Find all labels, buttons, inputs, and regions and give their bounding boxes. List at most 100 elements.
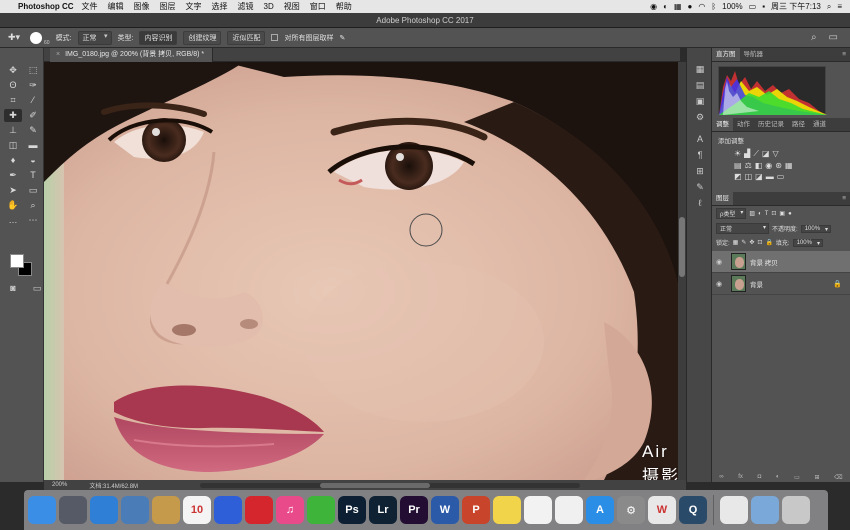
levels-icon[interactable]: ▟ (744, 149, 750, 159)
app-menu[interactable]: Photoshop CC (18, 2, 74, 11)
curves-icon[interactable]: ⟋ (753, 149, 759, 159)
more-tools-icon[interactable]: … (4, 214, 22, 227)
menu-help[interactable]: 帮助 (336, 1, 352, 12)
battery-percent[interactable]: 100% (722, 2, 742, 11)
dock-baidu-icon[interactable] (214, 496, 242, 524)
menu-view[interactable]: 视图 (284, 1, 300, 12)
search-icon[interactable]: ⌕ (827, 2, 831, 12)
tool-presets-icon[interactable]: ✎ (687, 180, 713, 194)
dock-stickies-icon[interactable] (493, 496, 521, 524)
adjust-panel-icon[interactable]: ⚙ (687, 110, 713, 124)
swatches-panel-icon[interactable]: ▦ (687, 62, 713, 76)
doc-size[interactable]: 文档:31.4M/62.8M (89, 481, 138, 490)
flag-icon[interactable]: ▪ (762, 2, 765, 11)
path-select-tool-icon[interactable]: ➤ (4, 184, 22, 197)
opacity-input[interactable]: 100% (800, 224, 832, 233)
dock-safari-icon[interactable] (90, 496, 118, 524)
marquee-tool-icon[interactable]: ⬚ (24, 64, 42, 77)
horizontal-scrollbar[interactable] (200, 482, 581, 488)
menu-select[interactable]: 选择 (212, 1, 228, 12)
hue-sat-icon[interactable]: ▤ (734, 161, 742, 170)
gradient-tool-icon[interactable]: ▬ (24, 139, 42, 152)
qq-icon[interactable]: ● (688, 2, 693, 11)
sample-all-checkbox[interactable] (271, 34, 279, 41)
menu-image[interactable]: 图像 (134, 1, 150, 12)
crop-tool-icon[interactable]: ⌗ (4, 94, 22, 107)
stamp-tool-icon[interactable]: ⊥ (4, 124, 22, 137)
bluetooth-icon[interactable]: ᛒ (711, 2, 716, 11)
invert-icon[interactable]: ◩ (734, 172, 742, 181)
adjust-layer-icon[interactable]: ◐ (776, 474, 780, 482)
dock-wechat-icon[interactable] (307, 496, 335, 524)
menu-edit[interactable]: 编辑 (108, 1, 124, 12)
dock-notes-icon[interactable] (152, 496, 180, 524)
eraser-tool-icon[interactable]: ◫ (4, 139, 22, 152)
blend-mode-select[interactable]: 正常 (716, 223, 770, 234)
lock-transparent-icon[interactable]: ▦ (733, 239, 739, 246)
bw-icon[interactable]: ◧ (755, 161, 763, 170)
paragraph-panel-icon[interactable]: ¶ (687, 148, 713, 162)
vertical-scrollbar[interactable] (678, 62, 686, 480)
layer-row[interactable]: ◉ 背景 🔒 (712, 273, 850, 295)
dock-photoshop-icon[interactable]: Ps (338, 496, 366, 524)
filter-toggle-icon[interactable]: ● (788, 211, 792, 217)
grid-icon[interactable]: ▦ (674, 2, 682, 11)
layer-row[interactable]: ◉ 背景 拷贝 (712, 251, 850, 273)
link-icon[interactable]: ∞ (719, 474, 723, 482)
brightness-icon[interactable]: ☀ (734, 149, 741, 159)
dock-itunes-icon[interactable]: ♫ (276, 496, 304, 524)
search-icon[interactable]: ⌕ (811, 32, 817, 43)
document-tab[interactable]: × IMG_0180.jpg @ 200% (背景 拷贝, RGB/8) * (50, 48, 214, 62)
tab-navigator[interactable]: 导航器 (740, 48, 768, 61)
fill-input[interactable]: 100% (792, 238, 823, 247)
group-icon[interactable]: ▭ (794, 474, 800, 482)
tab-history[interactable]: 历史记录 (754, 118, 788, 131)
new-layer-icon[interactable]: ⊞ (814, 474, 819, 482)
lock-artboard-icon[interactable]: ⊡ (757, 239, 762, 246)
lock-pixels-icon[interactable]: ✎ (741, 239, 746, 246)
color-balance-icon[interactable]: ⚖ (745, 161, 752, 170)
workspace-icon[interactable]: ▭ (829, 32, 838, 43)
filter-pixel-icon[interactable]: ▨ (749, 210, 755, 217)
menu-layer[interactable]: 图层 (160, 1, 176, 12)
dock-finder-icon[interactable] (28, 496, 56, 524)
selective-color-icon[interactable]: ▭ (777, 172, 785, 181)
kind-filter-select[interactable]: ρ类型 (716, 208, 747, 219)
trash-icon[interactable]: ⌫ (834, 474, 842, 482)
tab-histogram[interactable]: 直方图 (712, 48, 740, 61)
blur-tool-icon[interactable]: ♦ (4, 154, 22, 167)
battery-icon[interactable]: ▭ (749, 2, 757, 11)
vibrance-icon[interactable]: ▽ (773, 149, 779, 159)
tab-actions[interactable]: 动作 (733, 118, 754, 131)
layers-menu-icon[interactable]: ≡ (838, 192, 850, 205)
type-tool-icon[interactable]: T (24, 169, 42, 182)
shape-tool-icon[interactable]: ▭ (24, 184, 42, 197)
dock-lightroom-icon[interactable]: Lr (369, 496, 397, 524)
dock-quicktime-icon[interactable]: Q (679, 496, 707, 524)
move-tool-icon[interactable]: ✥ (4, 64, 22, 77)
lock-position-icon[interactable]: ✥ (749, 239, 754, 246)
menu-type[interactable]: 文字 (186, 1, 202, 12)
filter-smart-icon[interactable]: ▣ (779, 210, 785, 217)
libraries-panel-icon[interactable]: ▤ (687, 78, 713, 92)
color-panel-icon[interactable]: ▣ (687, 94, 713, 108)
panel-menu-icon[interactable]: ≡ (838, 48, 850, 61)
dock-wps-icon[interactable]: W (648, 496, 676, 524)
list-icon[interactable]: ≡ (837, 2, 842, 11)
dock-calendar-icon[interactable]: 10 (183, 496, 211, 524)
create-texture-button[interactable]: 创建纹理 (183, 30, 222, 45)
eyedropper-tool-icon[interactable]: ⁄ (24, 94, 42, 107)
clock[interactable]: 周三 下午7:13 (771, 1, 821, 12)
dock-app-store-icon[interactable]: A (586, 496, 614, 524)
proximity-match-button[interactable]: 近似匹配 (227, 30, 266, 45)
brush-tool-icon[interactable]: ✐ (24, 109, 42, 122)
tab-adjustments[interactable]: 调整 (712, 118, 733, 131)
gradient-map-icon[interactable]: ▬ (766, 172, 774, 181)
layer-name[interactable]: 背景 (750, 279, 763, 289)
tab-layers[interactable]: 图层 (712, 192, 733, 205)
mode-select[interactable]: 正常 (77, 30, 112, 45)
record-icon[interactable]: ◉ (650, 2, 657, 11)
foreground-color[interactable] (10, 254, 24, 268)
pressure-icon[interactable]: ✎ (339, 34, 345, 42)
content-aware-button[interactable]: 内容识别 (139, 30, 178, 45)
